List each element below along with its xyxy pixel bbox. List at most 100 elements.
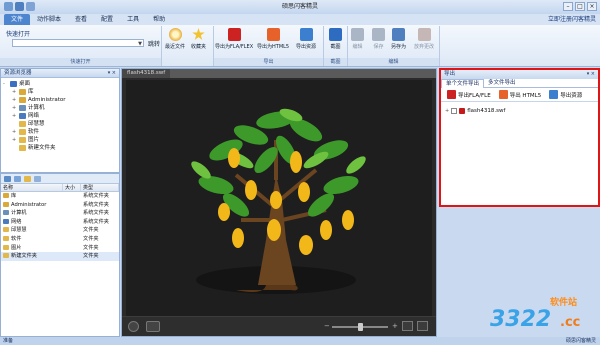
zoom-in-icon[interactable]: + <box>392 322 398 330</box>
expand-icon[interactable]: + <box>12 136 19 144</box>
stop-button[interactable] <box>146 321 160 332</box>
group-edit: 编辑 保存 另存为 放弃更改 编辑 <box>348 26 440 66</box>
export-fla-small-label: 导出FLA/FLE <box>458 92 491 99</box>
tree-item[interactable]: 邱慧慧 <box>3 120 119 128</box>
discard-button[interactable]: 放弃更改 <box>414 28 434 50</box>
recent-files-button[interactable]: 最近文件 <box>165 28 185 50</box>
close-button[interactable]: × <box>587 2 597 11</box>
export-resource-button[interactable]: 导出资源 <box>296 28 316 50</box>
menu-view[interactable]: 查看 <box>68 14 94 25</box>
tree-item[interactable]: + 网络 <box>3 112 119 120</box>
capture-button[interactable]: 截图 <box>329 28 342 50</box>
tree-item[interactable]: - 桌面 <box>3 80 119 88</box>
export-resource-label: 导出资源 <box>296 44 317 50</box>
preview-area: flash4318.swf − + <box>121 68 437 337</box>
tree-item[interactable]: 新建文件夹 <box>3 144 119 152</box>
flash-stage[interactable] <box>126 80 432 316</box>
menu-help[interactable]: 帮助 <box>146 14 172 25</box>
tab-single-export[interactable]: 单个文件导出 <box>441 79 485 88</box>
tree-item[interactable]: + 库 <box>3 88 119 96</box>
column-type[interactable]: 类型 <box>81 184 119 191</box>
file-row[interactable]: 网络 系统文件夹 <box>1 218 119 227</box>
file-row[interactable]: 库 系统文件夹 <box>1 192 119 201</box>
expand-icon[interactable]: + <box>12 88 19 96</box>
back-icon[interactable] <box>4 175 11 182</box>
tree-item[interactable]: + 图片 <box>3 136 119 144</box>
folder-icon <box>10 81 17 87</box>
tree-item-label: 桌面 <box>19 81 31 87</box>
tab-multi-export[interactable]: 多文件导出 <box>484 79 520 88</box>
expand-icon[interactable]: + <box>12 112 19 120</box>
group-export: 导出为FLA/FLEX 导出为HTML5 导出资源 导出 <box>214 26 324 66</box>
fit-window-button[interactable] <box>402 321 413 331</box>
file-name-cell: 邱慧慧 <box>1 226 63 235</box>
menu-actionscript[interactable]: 动作脚本 <box>30 14 68 25</box>
view-icon[interactable] <box>34 175 41 182</box>
star-icon <box>192 28 205 40</box>
minimize-button[interactable]: – <box>563 2 573 11</box>
expand-icon[interactable]: + <box>12 96 19 104</box>
expand-icon[interactable]: + <box>12 104 19 112</box>
edit-label: 编辑 <box>352 44 363 50</box>
tree-item[interactable]: + 计算机 <box>3 104 119 112</box>
up-folder-icon[interactable] <box>24 175 31 182</box>
folder-icon <box>19 97 26 103</box>
play-button[interactable] <box>128 321 139 332</box>
zoom-slider-knob[interactable] <box>358 323 363 331</box>
file-name: 软件 <box>11 235 22 242</box>
go-button[interactable]: 跳转 <box>148 39 160 48</box>
file-row[interactable]: Administrator 系统文件夹 <box>1 201 119 210</box>
resource-icon <box>299 28 313 41</box>
edit-button[interactable]: 编辑 <box>351 28 364 50</box>
column-name[interactable]: 名称 <box>1 184 63 191</box>
menu-settings[interactable]: 配置 <box>94 14 120 25</box>
quick-open-combo[interactable]: ▼ <box>12 39 144 47</box>
tree-item-label: Administrator <box>28 97 66 103</box>
file-row[interactable]: 邱慧慧 文件夹 <box>1 226 119 235</box>
column-size[interactable]: 大小 <box>63 184 81 191</box>
fullscreen-button[interactable] <box>417 321 428 331</box>
app-menu-icon[interactable] <box>4 2 13 11</box>
save-icon[interactable] <box>15 2 24 11</box>
export-fla-small-button[interactable]: 导出FLA/FLE <box>444 89 494 100</box>
file-row[interactable]: 软件 文件夹 <box>1 235 119 244</box>
register-link[interactable]: 立即注册闪客精灵 <box>548 14 596 25</box>
file-checkbox[interactable] <box>451 108 458 114</box>
chevron-down-icon: ▼ <box>138 41 142 47</box>
save-button[interactable]: 保存 <box>372 28 385 50</box>
undo-icon[interactable] <box>26 2 35 11</box>
file-row[interactable]: 计算机 系统文件夹 <box>1 209 119 218</box>
file-size-cell <box>63 218 81 227</box>
folder-icon <box>3 253 9 259</box>
tree-item[interactable]: + 软件 <box>3 128 119 136</box>
folder-icon <box>19 145 26 151</box>
tree-item[interactable]: + Administrator <box>3 96 119 104</box>
expand-icon[interactable]: - <box>3 80 10 88</box>
forward-icon[interactable] <box>14 175 21 182</box>
save-as-button[interactable]: 另存为 <box>391 28 406 50</box>
zoom-out-icon[interactable]: − <box>324 322 330 330</box>
export-fla-button[interactable]: 导出为FLA/FLEX <box>215 28 253 50</box>
html5-icon <box>498 90 508 99</box>
file-row[interactable]: 新建文件夹 文件夹 <box>1 252 119 261</box>
export-resource-small-button[interactable]: 导出资源 <box>546 89 585 100</box>
file-name: 邱慧慧 <box>11 227 27 234</box>
export-html5-small-button[interactable]: 导出 HTML5 <box>496 89 545 100</box>
file-name: 库 <box>11 193 17 199</box>
document-tab[interactable]: flash4318.swf <box>122 69 171 78</box>
file-row[interactable]: 图片 文件夹 <box>1 244 119 253</box>
group-recent: 最近文件 收藏夹 <box>162 26 214 66</box>
export-file-row[interactable]: + flash4318.swf <box>445 107 598 115</box>
expand-icon[interactable]: + <box>12 128 19 136</box>
zoom-slider[interactable] <box>332 323 388 331</box>
pin-icon[interactable]: ▾ × <box>108 69 116 78</box>
folder-icon <box>19 137 26 143</box>
pin-icon[interactable]: ▾ × <box>587 70 595 79</box>
expand-icon[interactable]: + <box>445 108 449 114</box>
maximize-button[interactable]: □ <box>575 2 585 11</box>
export-html5-button[interactable]: 导出为HTML5 <box>257 28 289 50</box>
menu-tools[interactable]: 工具 <box>120 14 146 25</box>
menu-file[interactable]: 文件 <box>4 14 31 25</box>
export-panel-title: 导出 <box>444 71 456 77</box>
favorites-button[interactable]: 收藏夹 <box>191 28 206 50</box>
